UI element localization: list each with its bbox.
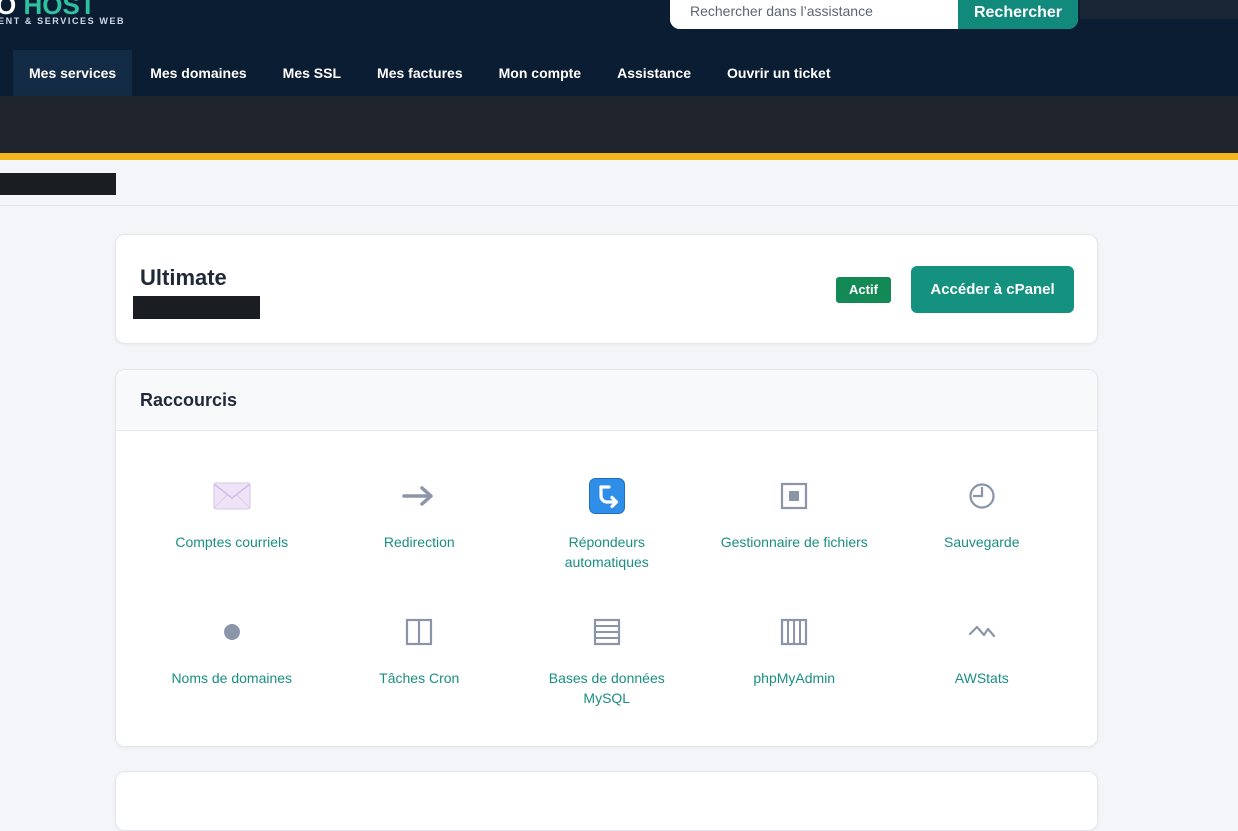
shortcut-autoresponders[interactable]: Répondeurs automatiques bbox=[513, 476, 701, 576]
columns-icon bbox=[399, 612, 439, 652]
shortcut-label: Répondeurs automatiques bbox=[564, 534, 649, 570]
shortcuts-title: Raccourcis bbox=[140, 389, 238, 410]
shortcuts-card: Raccourcis Comptes courriels Redirection bbox=[115, 369, 1098, 747]
accent-bar bbox=[0, 153, 1238, 160]
file-manager-icon bbox=[774, 476, 814, 516]
nav-item-ouvrir-ticket[interactable]: Ouvrir un ticket bbox=[709, 50, 848, 96]
shortcut-label: Sauvegarde bbox=[943, 534, 1020, 550]
shortcut-backup[interactable]: Sauvegarde bbox=[888, 476, 1076, 576]
service-title: Ultimate bbox=[140, 265, 227, 290]
page-banner bbox=[0, 96, 1238, 153]
search-input[interactable] bbox=[670, 0, 958, 29]
status-badge: Actif bbox=[836, 277, 891, 303]
access-cpanel-button[interactable]: Accéder à cPanel bbox=[911, 266, 1074, 313]
shortcut-redirection[interactable]: Redirection bbox=[326, 476, 514, 576]
shortcut-label: AWStats bbox=[954, 670, 1009, 686]
stats-icon bbox=[962, 612, 1002, 652]
shortcut-label: Comptes courriels bbox=[175, 534, 289, 550]
database-icon bbox=[587, 612, 627, 652]
redacted-domain bbox=[133, 296, 260, 319]
shortcuts-grid: Comptes courriels Redirection Répondeurs… bbox=[138, 476, 1076, 712]
shortcut-awstats[interactable]: AWStats bbox=[888, 612, 1076, 712]
main-nav: Mes services Mes domaines Mes SSL Mes fa… bbox=[0, 50, 1238, 96]
nav-item-mes-ssl[interactable]: Mes SSL bbox=[265, 50, 359, 96]
service-card: Ultimate Actif Accéder à cPanel bbox=[115, 234, 1098, 344]
nav-item-mes-factures[interactable]: Mes factures bbox=[359, 50, 481, 96]
shortcut-label: phpMyAdmin bbox=[753, 670, 836, 686]
shortcut-label: Tâches Cron bbox=[379, 670, 460, 686]
nav-item-assistance[interactable]: Assistance bbox=[599, 50, 709, 96]
nav-item-mon-compte[interactable]: Mon compte bbox=[481, 50, 599, 96]
shortcut-label: Noms de domaines bbox=[171, 670, 293, 686]
breadcrumb bbox=[0, 160, 1238, 206]
autoresponder-icon bbox=[587, 476, 627, 516]
logo-tagline: ENT & SERVICES WEB bbox=[0, 16, 126, 26]
nav-item-mes-services[interactable]: Mes services bbox=[13, 50, 133, 96]
shortcut-email-accounts[interactable]: Comptes courriels bbox=[138, 476, 326, 576]
shortcut-mysql-databases[interactable]: Bases de données MySQL bbox=[513, 612, 701, 712]
shortcut-domain-names[interactable]: Noms de domaines bbox=[138, 612, 326, 712]
shortcut-file-manager[interactable]: Gestionnaire de fichiers bbox=[701, 476, 889, 576]
bars-icon bbox=[774, 612, 814, 652]
search-box: Rechercher bbox=[670, 0, 1078, 29]
header-user-area bbox=[1080, 0, 1238, 19]
dot-icon bbox=[212, 612, 252, 652]
clock-icon bbox=[962, 476, 1002, 516]
shortcut-label: Redirection bbox=[383, 534, 455, 550]
top-header: O HOST ENT & SERVICES WEB Rechercher bbox=[0, 0, 1238, 50]
search-button[interactable]: Rechercher bbox=[958, 0, 1078, 29]
arrow-right-icon bbox=[399, 476, 439, 516]
envelope-icon bbox=[212, 476, 252, 516]
redacted-breadcrumb bbox=[0, 173, 116, 195]
shortcut-label: Gestionnaire de fichiers bbox=[720, 534, 868, 550]
shortcut-label: Bases de données MySQL bbox=[548, 670, 665, 706]
nav-item-mes-domaines[interactable]: Mes domaines bbox=[132, 50, 264, 96]
shortcuts-header: Raccourcis bbox=[116, 370, 1097, 431]
shortcut-cron-jobs[interactable]: Tâches Cron bbox=[326, 612, 514, 712]
next-card bbox=[115, 771, 1098, 831]
shortcut-phpmyadmin[interactable]: phpMyAdmin bbox=[701, 612, 889, 712]
